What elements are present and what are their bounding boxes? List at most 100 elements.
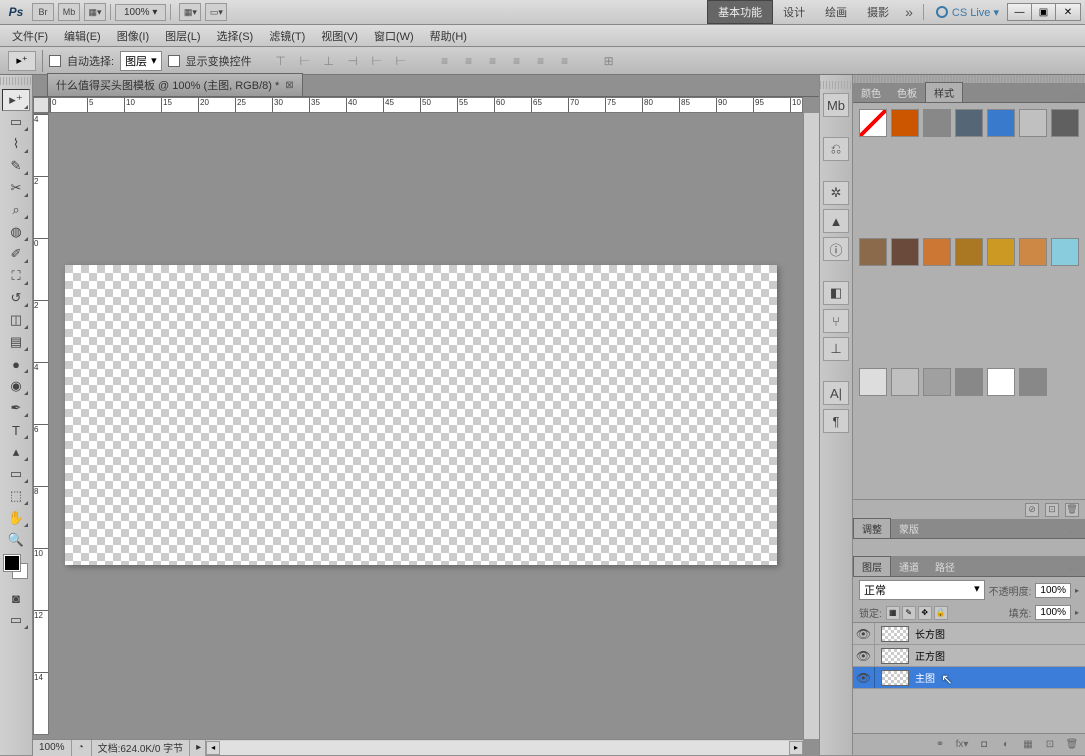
healing-tool[interactable]: ◍: [2, 221, 30, 243]
document-tab[interactable]: 什么值得买头图模板 @ 100% (主图, RGB/8) * ⊠: [47, 73, 303, 96]
style-swatch[interactable]: [923, 109, 951, 137]
status-doc-info[interactable]: 文档:624.0K/0 字节: [92, 740, 191, 756]
style-swatch[interactable]: [987, 368, 1015, 396]
align-top-icon[interactable]: ⊤: [272, 52, 290, 70]
opacity-input[interactable]: 100%: [1035, 583, 1071, 598]
menu-select[interactable]: 选择(S): [209, 26, 262, 46]
move-tool[interactable]: ▸⁺: [2, 89, 30, 111]
tab-adjustments[interactable]: 调整: [853, 518, 891, 538]
auto-select-checkbox[interactable]: [49, 55, 61, 67]
screen-mode-button[interactable]: ▭▾: [205, 3, 227, 21]
visibility-toggle-icon[interactable]: 👁: [853, 667, 875, 688]
view-extras-button[interactable]: ▦▾: [84, 3, 106, 21]
canvas[interactable]: [65, 265, 777, 565]
dodge-tool[interactable]: ◉: [2, 375, 30, 397]
bridge-button[interactable]: Br: [32, 3, 54, 21]
new-style-icon[interactable]: ⊡: [1045, 503, 1059, 517]
style-swatch[interactable]: [859, 109, 887, 137]
blur-tool[interactable]: ●: [2, 353, 30, 375]
scroll-right-icon[interactable]: ▸: [789, 741, 803, 755]
align-hcenter-icon[interactable]: ⊢: [368, 52, 386, 70]
panel-grip[interactable]: [853, 75, 1085, 83]
ruler-origin[interactable]: [33, 97, 49, 113]
info-panel-icon[interactable]: ⓘ: [823, 237, 849, 261]
align-left-icon[interactable]: ⊣: [344, 52, 362, 70]
eraser-tool[interactable]: ◫: [2, 309, 30, 331]
character-panel-icon[interactable]: A|: [823, 381, 849, 405]
close-icon[interactable]: ⊠: [285, 80, 293, 91]
style-swatch[interactable]: [955, 368, 983, 396]
style-swatch[interactable]: [955, 109, 983, 137]
layer-mask-icon[interactable]: ◘: [977, 738, 991, 752]
style-swatch[interactable]: [1019, 368, 1047, 396]
tab-layers[interactable]: 图层: [853, 556, 891, 576]
style-swatch[interactable]: [859, 368, 887, 396]
menu-help[interactable]: 帮助(H): [422, 26, 475, 46]
crop-tool[interactable]: ✂: [2, 177, 30, 199]
panel-menu-icon[interactable]: ▾≡: [1062, 565, 1085, 576]
distribute-icon[interactable]: ≡: [556, 52, 574, 70]
scrollbar-vertical[interactable]: [803, 113, 819, 739]
shape-tool[interactable]: ▭: [2, 463, 30, 485]
no-style-icon[interactable]: ⊘: [1025, 503, 1039, 517]
layer-name[interactable]: 主图: [915, 670, 935, 685]
3d-tool[interactable]: ⬚: [2, 485, 30, 507]
workspace-more[interactable]: »: [905, 4, 913, 20]
tab-channels[interactable]: 通道: [891, 557, 927, 576]
panel-grip[interactable]: [0, 77, 32, 85]
new-layer-icon[interactable]: ⊡: [1043, 738, 1057, 752]
status-zoom[interactable]: 100%: [33, 740, 72, 756]
visibility-toggle-icon[interactable]: 👁: [853, 645, 875, 666]
window-minimize[interactable]: —: [1008, 4, 1032, 20]
distribute-icon[interactable]: ≡: [436, 52, 454, 70]
blend-mode-select[interactable]: 正常▾: [859, 580, 985, 600]
layer-row[interactable]: 👁 主图↖: [853, 667, 1085, 689]
layer-thumbnail[interactable]: [881, 670, 909, 686]
window-maximize[interactable]: ▣: [1032, 4, 1056, 20]
status-icon[interactable]: ◔: [72, 740, 92, 756]
menu-image[interactable]: 图像(I): [109, 26, 157, 46]
workspace-essentials[interactable]: 基本功能: [707, 0, 773, 24]
histogram-panel-icon[interactable]: ▲: [823, 209, 849, 233]
type-tool[interactable]: T: [2, 419, 30, 441]
navigator-panel-icon[interactable]: ✲: [823, 181, 849, 205]
auto-align-icon[interactable]: ⊞: [600, 52, 618, 70]
tab-swatches[interactable]: 色板: [889, 83, 925, 102]
zoom-level-display[interactable]: 100% ▾: [115, 4, 166, 21]
style-swatch[interactable]: [955, 238, 983, 266]
scrollbar-horizontal[interactable]: [220, 741, 789, 755]
distribute-icon[interactable]: ≡: [532, 52, 550, 70]
history-panel-icon[interactable]: ⎌: [823, 137, 849, 161]
screen-mode-tool[interactable]: ▭: [2, 609, 30, 631]
zoom-tool[interactable]: 🔍: [2, 529, 30, 551]
distribute-icon[interactable]: ≡: [460, 52, 478, 70]
lock-position-icon[interactable]: ✥: [918, 606, 932, 620]
menu-file[interactable]: 文件(F): [4, 26, 56, 46]
adjustment-layer-icon[interactable]: ◐: [999, 738, 1013, 752]
workspace-design[interactable]: 设计: [773, 1, 815, 23]
quick-mask-button[interactable]: ◙: [2, 587, 30, 609]
canvas-viewport[interactable]: 0510152025303540455055606570758085909510…: [33, 97, 819, 755]
menu-edit[interactable]: 编辑(E): [56, 26, 109, 46]
paragraph-panel-icon[interactable]: ¶: [823, 409, 849, 433]
style-swatch[interactable]: [987, 109, 1015, 137]
layer-thumbnail[interactable]: [881, 626, 909, 642]
style-swatch[interactable]: [891, 238, 919, 266]
eyedropper-tool[interactable]: ⌕: [2, 199, 30, 221]
hand-tool[interactable]: ✋: [2, 507, 30, 529]
styles-panel-icon[interactable]: ⊥: [823, 337, 849, 361]
layer-name[interactable]: 长方图: [915, 626, 945, 641]
ruler-vertical[interactable]: 4202468101214: [33, 113, 49, 735]
menu-layer[interactable]: 图层(L): [157, 26, 208, 46]
brush-tool[interactable]: ✐: [2, 243, 30, 265]
stamp-tool[interactable]: ⛶: [2, 265, 30, 287]
delete-style-icon[interactable]: 🗑: [1065, 503, 1079, 517]
layer-thumbnail[interactable]: [881, 648, 909, 664]
align-right-icon[interactable]: ⊢: [392, 52, 410, 70]
minibridge-panel-icon[interactable]: Mb: [823, 93, 849, 117]
path-select-tool[interactable]: ▴: [2, 441, 30, 463]
distribute-icon[interactable]: ≡: [508, 52, 526, 70]
window-close[interactable]: ✕: [1056, 4, 1080, 20]
lock-transparency-icon[interactable]: ▦: [886, 606, 900, 620]
panel-menu-icon[interactable]: ▾≡: [1062, 91, 1085, 102]
